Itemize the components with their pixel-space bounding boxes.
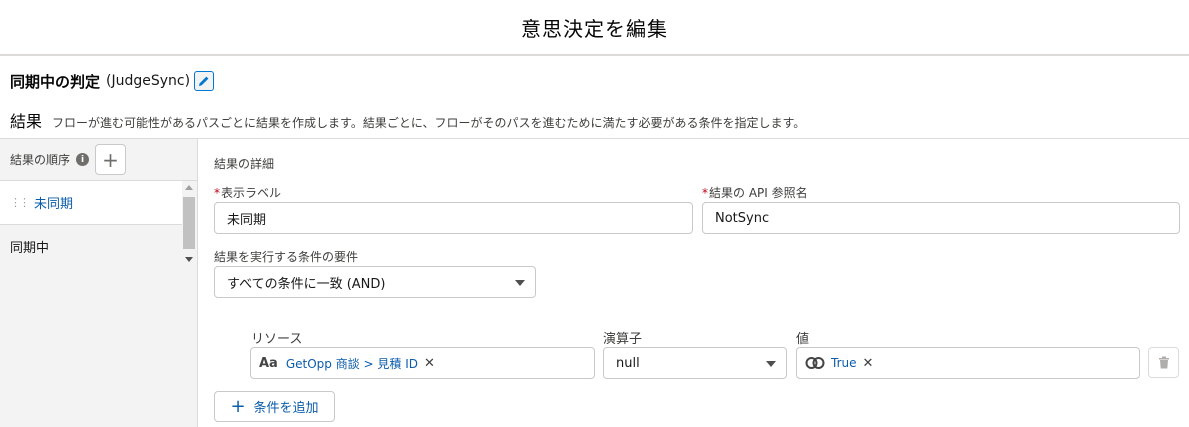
resource-label: リソース <box>251 332 303 347</box>
outcome-item-label: 同期中 <box>10 241 50 256</box>
resource-pill-label: GetOpp 商談 > 見積 ID <box>285 356 419 371</box>
drag-handle-icon[interactable]: ⋮⋮ <box>10 197 30 208</box>
modal-header: 意思決定を編集 <box>0 0 1189 56</box>
delete-condition-button[interactable] <box>1148 347 1179 378</box>
resource-pill[interactable]: Aa GetOpp 商談 > 見積 ID ✕ <box>255 351 439 375</box>
condition-requirement-label: 結果を実行する条件の要件 <box>214 250 359 264</box>
add-outcome-button[interactable]: + <box>95 144 127 175</box>
scroll-down-arrow-icon[interactable] <box>185 257 193 262</box>
operator-select[interactable]: null <box>603 347 787 379</box>
value-label: 値 <box>796 332 810 347</box>
value-pill-label: True <box>831 356 857 370</box>
chevron-down-icon <box>515 280 525 286</box>
label-input-value: 未同期 <box>227 212 267 228</box>
value-input[interactable]: True ✕ <box>796 347 1140 379</box>
plus-icon: + <box>102 147 119 172</box>
operator-value: null <box>616 355 640 371</box>
resource-input[interactable]: Aa GetOpp 商談 > 見積 ID ✕ <box>250 347 595 379</box>
operator-label: 演算子 <box>603 332 643 347</box>
modal-title: 意思決定を編集 <box>521 16 668 41</box>
outcome-item-syncing[interactable]: 同期中 <box>0 225 197 268</box>
scroll-thumb[interactable] <box>183 197 195 249</box>
edit-element-button[interactable] <box>194 71 215 91</box>
outcome-item-label: 未同期 <box>34 197 74 212</box>
outcomes-heading: 結果 フローが進む可能性があるパスごとに結果を作成します。結果ごとに、フローがそ… <box>10 108 805 132</box>
condition-requirement-value: すべての条件に一致 (AND) <box>227 276 386 292</box>
sidebar-header: 結果の順序 i + <box>0 139 197 181</box>
outcome-order-sidebar: 結果の順序 i + ⋮⋮ 未同期 同期中 <box>0 139 198 427</box>
condition-requirement-select[interactable]: すべての条件に一致 (AND) <box>214 266 536 298</box>
scroll-up-arrow-icon[interactable] <box>185 185 193 190</box>
api-name-input[interactable]: NotSync <box>702 202 1180 234</box>
outcome-order-label: 結果の順序 <box>10 153 71 167</box>
trash-icon <box>1158 356 1169 369</box>
api-name-input-value: NotSync <box>715 210 770 226</box>
element-heading: 同期中の判定 (JudgeSync) <box>10 68 215 94</box>
required-mark: * <box>214 186 220 200</box>
outcome-item-notsync[interactable]: ⋮⋮ 未同期 <box>0 181 182 225</box>
chevron-down-icon <box>766 361 776 367</box>
outcomes-title: 結果 <box>10 112 43 131</box>
plus-icon: + <box>230 395 246 417</box>
api-name-field-label: *結果の API 参照名 <box>702 184 808 201</box>
pencil-icon <box>199 76 209 86</box>
label-field-text: 表示ラベル <box>221 186 282 200</box>
outcome-list: ⋮⋮ 未同期 同期中 <box>0 181 197 268</box>
element-label: 同期中の判定 <box>10 72 101 91</box>
close-icon[interactable]: ✕ <box>863 356 874 371</box>
value-pill[interactable]: True ✕ <box>801 351 877 375</box>
info-icon[interactable]: i <box>76 153 90 166</box>
element-api-name: (JudgeSync) <box>106 73 191 89</box>
outcome-details-title: 結果の詳細 <box>214 157 275 171</box>
sidebar-scrollbar[interactable] <box>182 181 196 267</box>
label-field-label: *表示ラベル <box>214 184 281 201</box>
add-condition-label: 条件を追加 <box>253 401 319 416</box>
text-type-icon: Aa <box>259 355 278 371</box>
outcomes-description: フローが進む可能性があるパスごとに結果を作成します。結果ごとに、フローがそのパス… <box>52 116 806 130</box>
label-input[interactable]: 未同期 <box>214 202 693 234</box>
boolean-icon <box>805 357 825 369</box>
api-name-field-text: 結果の API 参照名 <box>709 186 808 200</box>
required-mark: * <box>702 186 708 200</box>
close-icon[interactable]: ✕ <box>424 356 435 371</box>
add-condition-button[interactable]: + 条件を追加 <box>214 391 335 422</box>
